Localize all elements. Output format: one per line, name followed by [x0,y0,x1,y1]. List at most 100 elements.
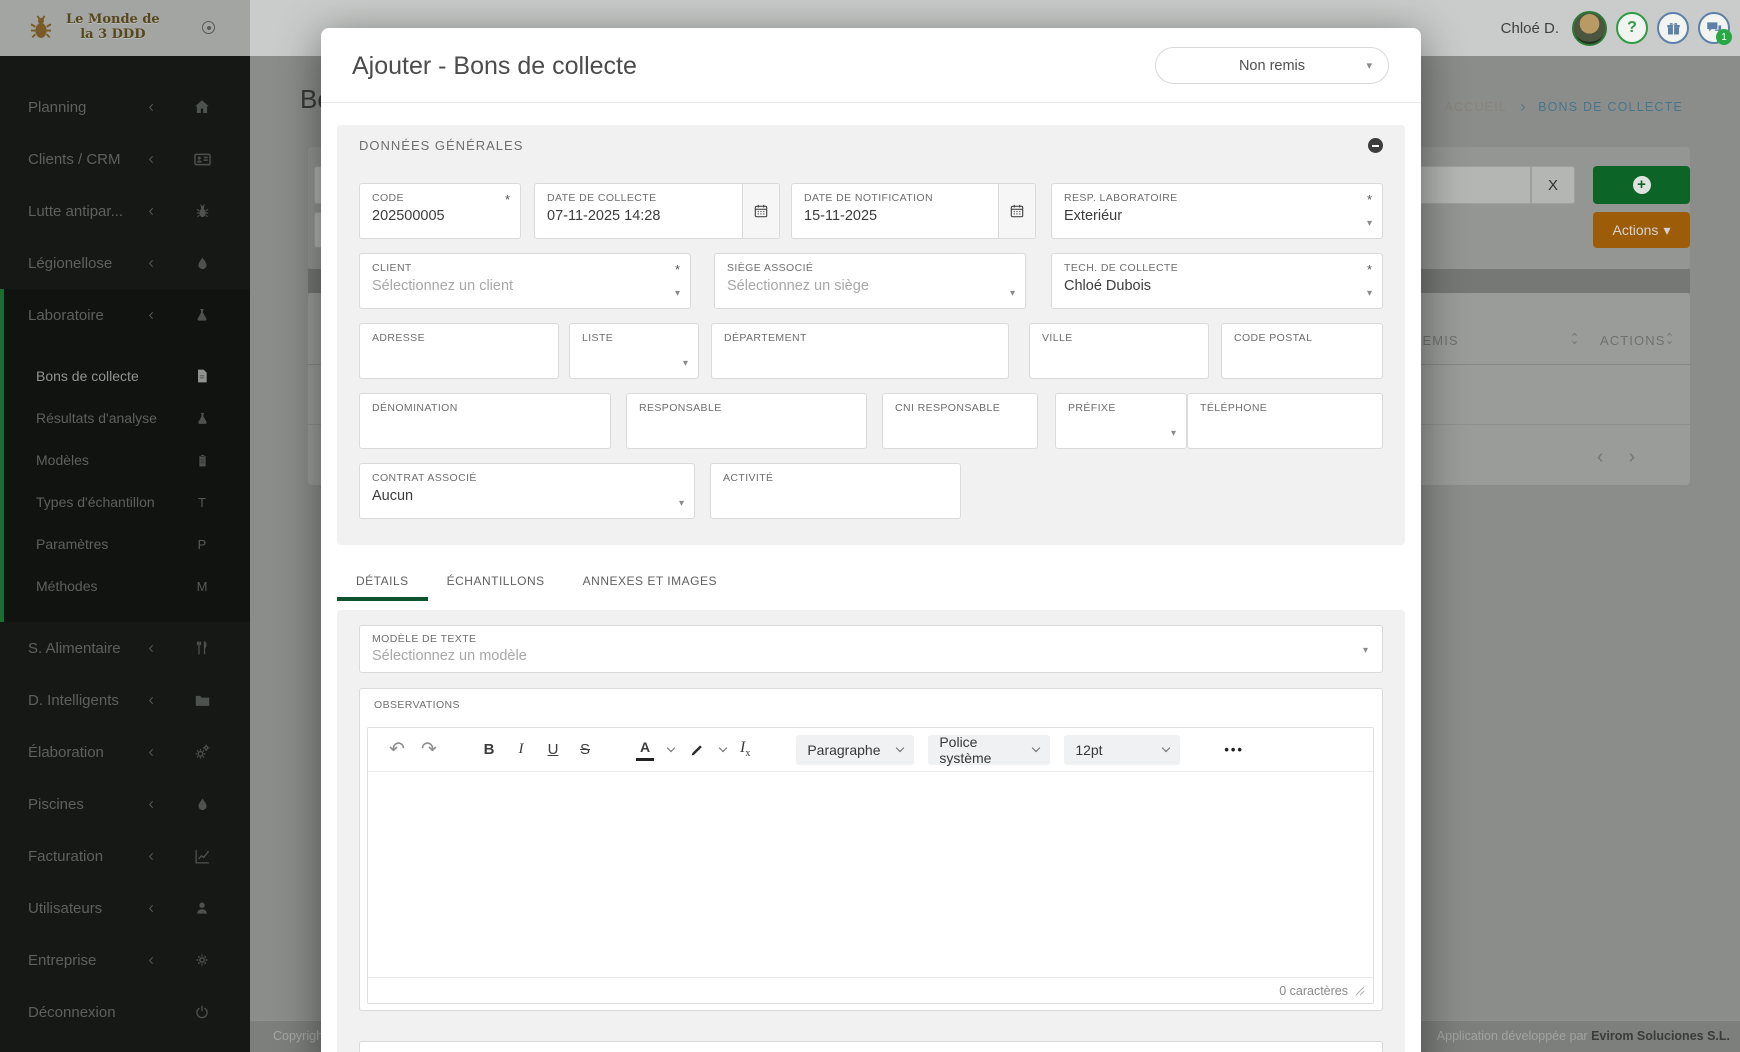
sidebar-item-planning[interactable]: Planning [0,81,250,133]
sidebar-item-utilisateurs[interactable]: Utilisateurs [0,882,250,934]
field-liste[interactable]: LISTE ▾ [569,323,699,379]
help-button[interactable]: ? [1616,12,1648,44]
sidebar-item-deconnexion[interactable]: Déconnexion [0,986,250,1038]
field-label: TECH. DE COLLECTE [1064,262,1179,274]
field-tech-collecte[interactable]: TECH. DE COLLECTE Chloé Dubois * ▾ [1051,253,1383,309]
sidebar-label: Lutte antipar... [28,202,124,220]
chart-line-icon [192,848,212,865]
highlight-color-button[interactable] [688,742,706,758]
tab-annexes-et-images[interactable]: ANNEXES ET IMAGES [564,568,736,601]
clear-formatting-button[interactable]: Ix [740,739,750,759]
field-date-collecte[interactable]: DATE DE COLLECTE 07-11-2025 14:28 [534,183,780,239]
field-telephone[interactable]: TÉLÉPHONE [1187,393,1383,449]
sidebar-item-legionellose[interactable]: Légionellose [0,237,250,289]
field-label: PRÉFIXE [1068,402,1116,414]
field-date-notification[interactable]: DATE DE NOTIFICATION 15-11-2025 [791,183,1036,239]
user-name[interactable]: Chloé D. [1501,20,1559,37]
underline-button[interactable]: U [544,741,562,758]
sidebar-item-parametres[interactable]: Paramètres P [4,523,250,565]
calendar-icon[interactable] [998,184,1035,238]
breadcrumb-chevron-icon [1517,102,1528,113]
sort-icon[interactable] [1665,331,1674,346]
field-activite[interactable]: ACTIVITÉ [710,463,961,519]
undo-icon[interactable]: ↶ [388,738,406,761]
field-adresse[interactable]: ADRESSE [359,323,559,379]
caret-down-icon: ▾ [1170,428,1176,439]
resize-handle-icon[interactable] [1355,986,1365,996]
add-bon-button[interactable]: + [1593,166,1690,204]
field-departement[interactable]: DÉPARTEMENT [711,323,1009,379]
clear-search-button[interactable]: X [1531,166,1575,204]
field-label: OBSERVATIONS [374,699,460,711]
sidebar-item-lutte-antiparasitaire[interactable]: Lutte antipar... [0,185,250,237]
sidebar-toggle-icon[interactable] [202,21,215,34]
chat-button[interactable]: 1 [1698,12,1732,45]
page-prev-icon[interactable] [1594,451,1607,464]
field-label: DÉPARTEMENT [724,332,807,344]
field-contrat-associe[interactable]: CONTRAT ASSOCIÉ Aucun ▾ [359,463,695,519]
chevron-down-icon[interactable] [718,743,728,753]
redo-icon[interactable]: ↷ [420,738,438,761]
sidebar-item-methodes[interactable]: Méthodes M [4,565,250,607]
field-modele-de-texte[interactable]: MODÈLE DE TEXTE Sélectionnez un modèle ▾ [359,625,1383,673]
status-dropdown[interactable]: Non remis ▾ [1155,47,1389,84]
sidebar-item-facturation[interactable]: Facturation [0,830,250,882]
paragraph-style-dropdown[interactable]: Paragraphe [796,734,915,765]
column-header-actions[interactable]: ACTIONS [1600,333,1665,348]
field-ville[interactable]: VILLE [1029,323,1209,379]
field-label: CODE POSTAL [1234,332,1313,344]
collapse-section-icon[interactable] [1368,138,1383,153]
font-size-dropdown[interactable]: 12pt [1064,734,1181,765]
field-code-postal[interactable]: CODE POSTAL [1221,323,1383,379]
font-family-dropdown[interactable]: Police système [928,733,1051,766]
required-asterisk: * [674,262,680,277]
editor-content-area[interactable] [368,772,1373,977]
droplet-icon [192,256,212,271]
field-client[interactable]: CLIENT Sélectionnez un client * ▾ [359,253,691,309]
field-responsable[interactable]: RESPONSABLE [626,393,867,449]
modal-header: Ajouter - Bons de collecte Non remis ▾ [321,28,1421,103]
sidebar-item-laboratoire[interactable]: Laboratoire [4,289,250,341]
sidebar-item-piscines[interactable]: Piscines [0,778,250,830]
text-color-button[interactable]: A [636,739,654,761]
sidebar-item-clients-crm[interactable]: Clients / CRM [0,133,250,185]
italic-button[interactable]: I [512,741,530,758]
field-cni-responsable[interactable]: CNI RESPONSABLE [882,393,1038,449]
sidebar-item-securite-alimentaire[interactable]: S. Alimentaire [0,622,250,674]
field-placeholder: Sélectionnez un client [372,278,514,294]
calendar-icon[interactable] [742,184,779,238]
sidebar-item-modeles[interactable]: Modèles [4,439,250,481]
actions-button[interactable]: Actions ▾ [1593,212,1690,248]
avatar[interactable] [1572,10,1607,46]
field-label: CNI RESPONSABLE [895,402,1001,414]
more-tools-icon[interactable]: ••• [1224,742,1244,757]
field-denomination[interactable]: DÉNOMINATION [359,393,611,449]
tab-echantillons[interactable]: ÉCHANTILLONS [428,568,564,601]
bold-button[interactable]: B [480,741,498,758]
font-family-value: Police système [939,733,992,766]
gift-button[interactable] [1657,12,1689,44]
sidebar-item-types-echantillon[interactable]: Types d'échantillon T [4,481,250,523]
field-label: DÉNOMINATION [372,402,458,414]
strikethrough-button[interactable]: S [576,741,594,758]
sidebar-item-entreprise[interactable]: Entreprise [0,934,250,986]
sidebar-label: D. Intelligents [28,691,119,709]
tab-details[interactable]: DÉTAILS [337,568,428,601]
sidebar-item-resultats-analyse[interactable]: Résultats d'analyse [4,397,250,439]
field-siege-associe[interactable]: SIÈGE ASSOCIÉ Sélectionnez un siège ▾ [714,253,1026,309]
brand[interactable]: Le Monde de la 3 DDD [0,0,250,56]
field-label: RESP. LABORATOIRE [1064,192,1178,204]
sidebar-item-documents-intelligents[interactable]: D. Intelligents [0,674,250,726]
field-code[interactable]: CODE 202500005 * [359,183,521,239]
breadcrumb-home-link[interactable]: ACCUEIL [1444,100,1507,114]
page-next-icon[interactable] [1625,451,1638,464]
chevron-down-icon[interactable] [666,743,676,753]
field-prefixe[interactable]: PRÉFIXE ▾ [1055,393,1187,449]
chevron-left-icon [146,206,157,217]
caret-down-icon: ▾ [1366,60,1372,72]
sidebar-label: Laboratoire [28,306,104,324]
sidebar-item-bons-de-collecte[interactable]: Bons de collecte [4,355,250,397]
sidebar-item-elaboration[interactable]: Élaboration [0,726,250,778]
field-resp-laboratoire[interactable]: RESP. LABORATOIRE Exteriéur * ▾ [1051,183,1383,239]
sort-icon[interactable] [1570,331,1579,346]
